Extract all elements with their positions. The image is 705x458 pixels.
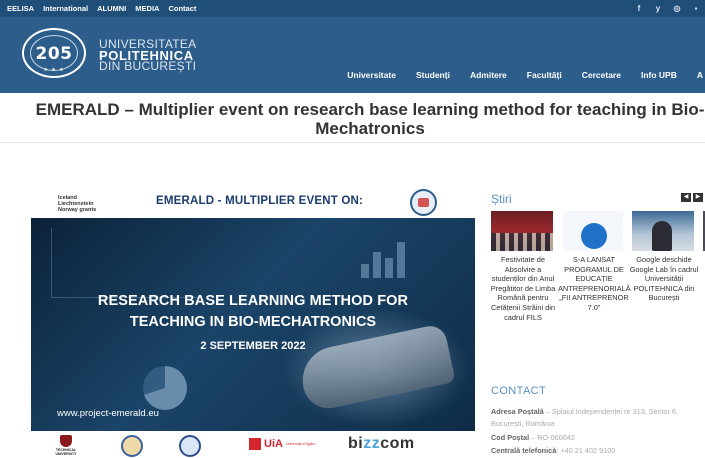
bar-graphic <box>361 238 421 278</box>
upb-logo[interactable]: 205 ★ ★ ★ <box>22 28 86 78</box>
bizz-part-a: bi <box>348 435 364 452</box>
poster-header: Iceland Liechtenstein Norway grants EMER… <box>31 187 475 218</box>
top-link-international[interactable]: International <box>43 4 88 13</box>
partner-logos: TECHNICAL UNIVERSITY UiA University of A… <box>31 431 475 458</box>
main-nav: Universitate Studenți Admitere Facultăți… <box>337 70 705 80</box>
top-link-alumni[interactable]: ALUMNI <box>97 4 126 13</box>
prev-arrow-icon[interactable]: ◀ <box>681 193 691 202</box>
phone-label: Centrală telefonică <box>491 446 557 455</box>
tu-label: TECHNICAL UNIVERSITY <box>55 448 77 456</box>
phone-value[interactable]: : +40 21 402 9100 <box>556 446 615 455</box>
top-link-eelisa[interactable]: EELISA <box>7 4 34 13</box>
contact-title: CONTACT <box>491 385 547 397</box>
upb-seal-logo <box>410 189 437 216</box>
event-poster: Iceland Liechtenstein Norway grants EMER… <box>31 187 475 458</box>
contact-postcode: Cod Poștal – RO-060042 <box>491 432 705 444</box>
norway-grants-logo: Iceland Liechtenstein Norway grants <box>58 195 97 213</box>
uia-label: UiA <box>264 438 283 450</box>
logo-stars: ★ ★ ★ <box>43 67 65 73</box>
poster-banner: RESEARCH BASE LEARNING METHOD FOR TEACHI… <box>31 218 475 431</box>
nav-more[interactable]: A <box>687 70 705 80</box>
uni-name-line3: DIN BUCUREȘTI <box>99 59 197 73</box>
uia-logo: UiA University of Agder <box>249 438 315 450</box>
title-divider <box>0 142 705 143</box>
technical-university-logo: TECHNICAL UNIVERSITY <box>53 435 79 456</box>
chart-graphic <box>51 228 201 298</box>
top-bar: EELISA International ALUMNI MEDIA Contac… <box>0 0 705 17</box>
poster-heading: EMERALD - MULTIPLIER EVENT ON: <box>156 195 364 207</box>
news-thumbnail-3[interactable] <box>632 211 694 251</box>
facebook-icon[interactable]: f <box>634 4 644 13</box>
instagram-icon[interactable]: ◎ <box>672 4 682 13</box>
twitter-icon[interactable]: y <box>653 4 663 13</box>
news-carousel-controls: ◀ ▶ <box>681 193 703 202</box>
partner-crest-logo <box>179 435 201 457</box>
youtube-icon[interactable]: ▪ <box>691 4 701 13</box>
partner-seal-logo <box>121 435 143 457</box>
page: EELISA International ALUMNI MEDIA Contac… <box>0 0 705 458</box>
nav-info-upb[interactable]: Info UPB <box>631 70 687 80</box>
poster-title-line2: TEACHING IN BIO-MECHATRONICS <box>129 314 377 330</box>
top-link-contact[interactable]: Contact <box>168 4 196 13</box>
nav-facultati[interactable]: Facultăți <box>517 70 572 80</box>
bizz-part-c: com <box>380 435 415 452</box>
news-caption-1[interactable]: Festivitate de Absolvire a studenților d… <box>489 255 557 322</box>
top-link-media[interactable]: MEDIA <box>135 4 159 13</box>
poster-title-line1: RESEARCH BASE LEARNING METHOD FOR <box>97 293 409 309</box>
top-links: EELISA International ALUMNI MEDIA Contac… <box>0 4 196 13</box>
uia-sublabel: University of Agder <box>285 442 316 446</box>
news-title[interactable]: Știri <box>491 192 512 206</box>
contact-phone: Centrală telefonică: +40 21 402 9100 <box>491 445 705 457</box>
poster-date: 2 SEPTEMBER 2022 <box>200 340 306 352</box>
nav-universitate[interactable]: Universitate <box>337 70 406 80</box>
university-name[interactable]: UNIVERSITATEA POLITEHNICA DIN BUCUREȘTI <box>99 38 197 73</box>
postcode-label: Cod Poștal <box>491 433 530 442</box>
social-links: f y ◎ ▪ <box>634 0 705 17</box>
news-caption-2[interactable]: S-A LANSAT PROGRAMUL DE EDUCAȚIE ANTREPR… <box>558 255 631 313</box>
nav-studenti[interactable]: Studenți <box>406 70 460 80</box>
uia-mark-icon <box>249 438 261 450</box>
nav-admitere[interactable]: Admitere <box>460 70 517 80</box>
poster-website: www.project-emerald.eu <box>57 408 159 419</box>
postal-label: Adresa Poștală <box>491 407 544 416</box>
pie-graphic <box>143 366 187 410</box>
logo-number: 205 <box>35 44 73 64</box>
contact-postal: Adresa Poștală – Splaiul Independenței n… <box>491 406 705 430</box>
news-caption-3[interactable]: Google deschide Google Lab în cadrul Uni… <box>629 255 699 303</box>
tu-shield-icon <box>60 435 72 447</box>
news-thumbnail-1[interactable] <box>491 211 553 251</box>
next-arrow-icon[interactable]: ▶ <box>693 193 703 202</box>
bizzcom-logo: bizzcom <box>348 435 415 453</box>
news-thumbnail-2[interactable] <box>563 211 623 251</box>
postcode-value: – RO-060042 <box>529 433 575 442</box>
site-header: 205 ★ ★ ★ UNIVERSITATEA POLITEHNICA DIN … <box>0 17 705 93</box>
nav-cercetare[interactable]: Cercetare <box>572 70 631 80</box>
bizz-part-b: zz <box>363 435 381 452</box>
page-title: EMERALD – Multiplier event on research b… <box>35 100 705 138</box>
